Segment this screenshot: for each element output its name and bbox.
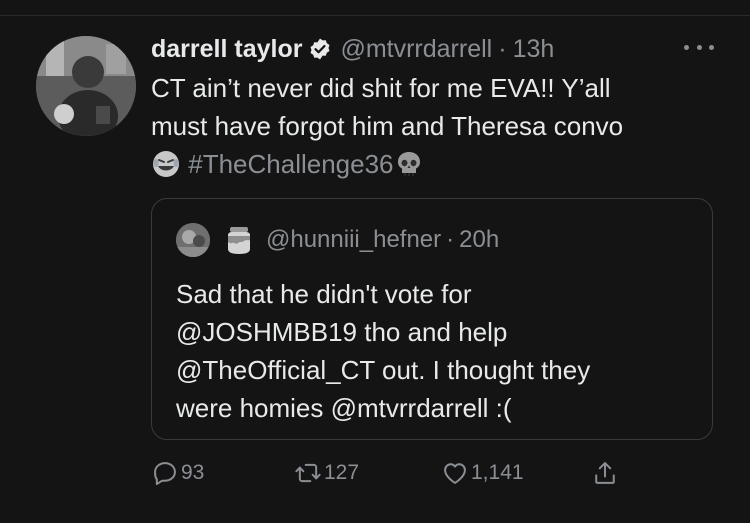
skull-emoji-icon xyxy=(394,149,424,179)
share-icon xyxy=(595,462,615,484)
reply-count: 93 xyxy=(181,461,205,484)
quoted-author-avatar[interactable] xyxy=(176,223,210,257)
tweet[interactable]: darrell taylor @mtvrrdarrell · 13h CT ai… xyxy=(0,0,750,523)
author-handle[interactable]: @mtvrrdarrell xyxy=(340,33,492,65)
author-name[interactable]: darrell taylor xyxy=(151,33,302,65)
tweet-text-line: CT ain’t never did shit for me EVA!! Y’a… xyxy=(151,73,611,103)
quoted-text-line: @JOSHMBB19 tho and help xyxy=(176,317,508,347)
quoted-text-line: Sad that he didn't vote for xyxy=(176,279,472,309)
like-button[interactable]: 1,141 xyxy=(441,455,524,491)
more-options-icon[interactable] xyxy=(684,37,714,57)
rolling-laughing-emoji-icon xyxy=(151,149,181,179)
quoted-text-line: @TheOfficial_CT out. I thought they xyxy=(176,355,591,385)
quoted-tweet-text: Sad that he didn't vote for @JOSHMBB19 t… xyxy=(176,275,696,427)
retweet-icon xyxy=(295,463,321,483)
reply-icon xyxy=(154,462,176,486)
tweet-timestamp[interactable]: 13h xyxy=(513,33,555,65)
quoted-tweet-header: @hunniii_hefner · 20h xyxy=(176,223,499,257)
quoted-text-line: were homies @mtvrrdarrell :( xyxy=(176,393,512,423)
share-button[interactable] xyxy=(591,455,621,491)
quoted-author-handle[interactable]: @hunniii_hefner xyxy=(266,226,441,254)
honey-pot-emoji-icon xyxy=(222,223,256,257)
separator-dot: · xyxy=(446,226,455,253)
retweet-count: 127 xyxy=(324,461,360,484)
verified-badge-icon xyxy=(308,37,332,61)
like-count: 1,141 xyxy=(471,461,524,484)
author-avatar[interactable] xyxy=(36,36,136,136)
tweet-actions: 93 127 1,141 xyxy=(151,455,621,491)
separator-dot: · xyxy=(498,35,507,63)
tweet-text-line: must have forgot him and Theresa convo xyxy=(151,111,624,141)
tweet-text: CT ain’t never did shit for me EVA!! Y’a… xyxy=(151,69,711,183)
quoted-tweet-timestamp[interactable]: 20h xyxy=(459,226,499,254)
tweet-header: darrell taylor @mtvrrdarrell · 13h xyxy=(151,33,554,65)
quoted-tweet[interactable]: @hunniii_hefner · 20h Sad that he didn't… xyxy=(151,198,713,440)
hashtag-link[interactable]: #TheChallenge36 xyxy=(188,149,393,179)
retweet-button[interactable]: 127 xyxy=(294,455,359,491)
reply-button[interactable]: 93 xyxy=(151,455,204,491)
like-icon xyxy=(444,463,466,484)
